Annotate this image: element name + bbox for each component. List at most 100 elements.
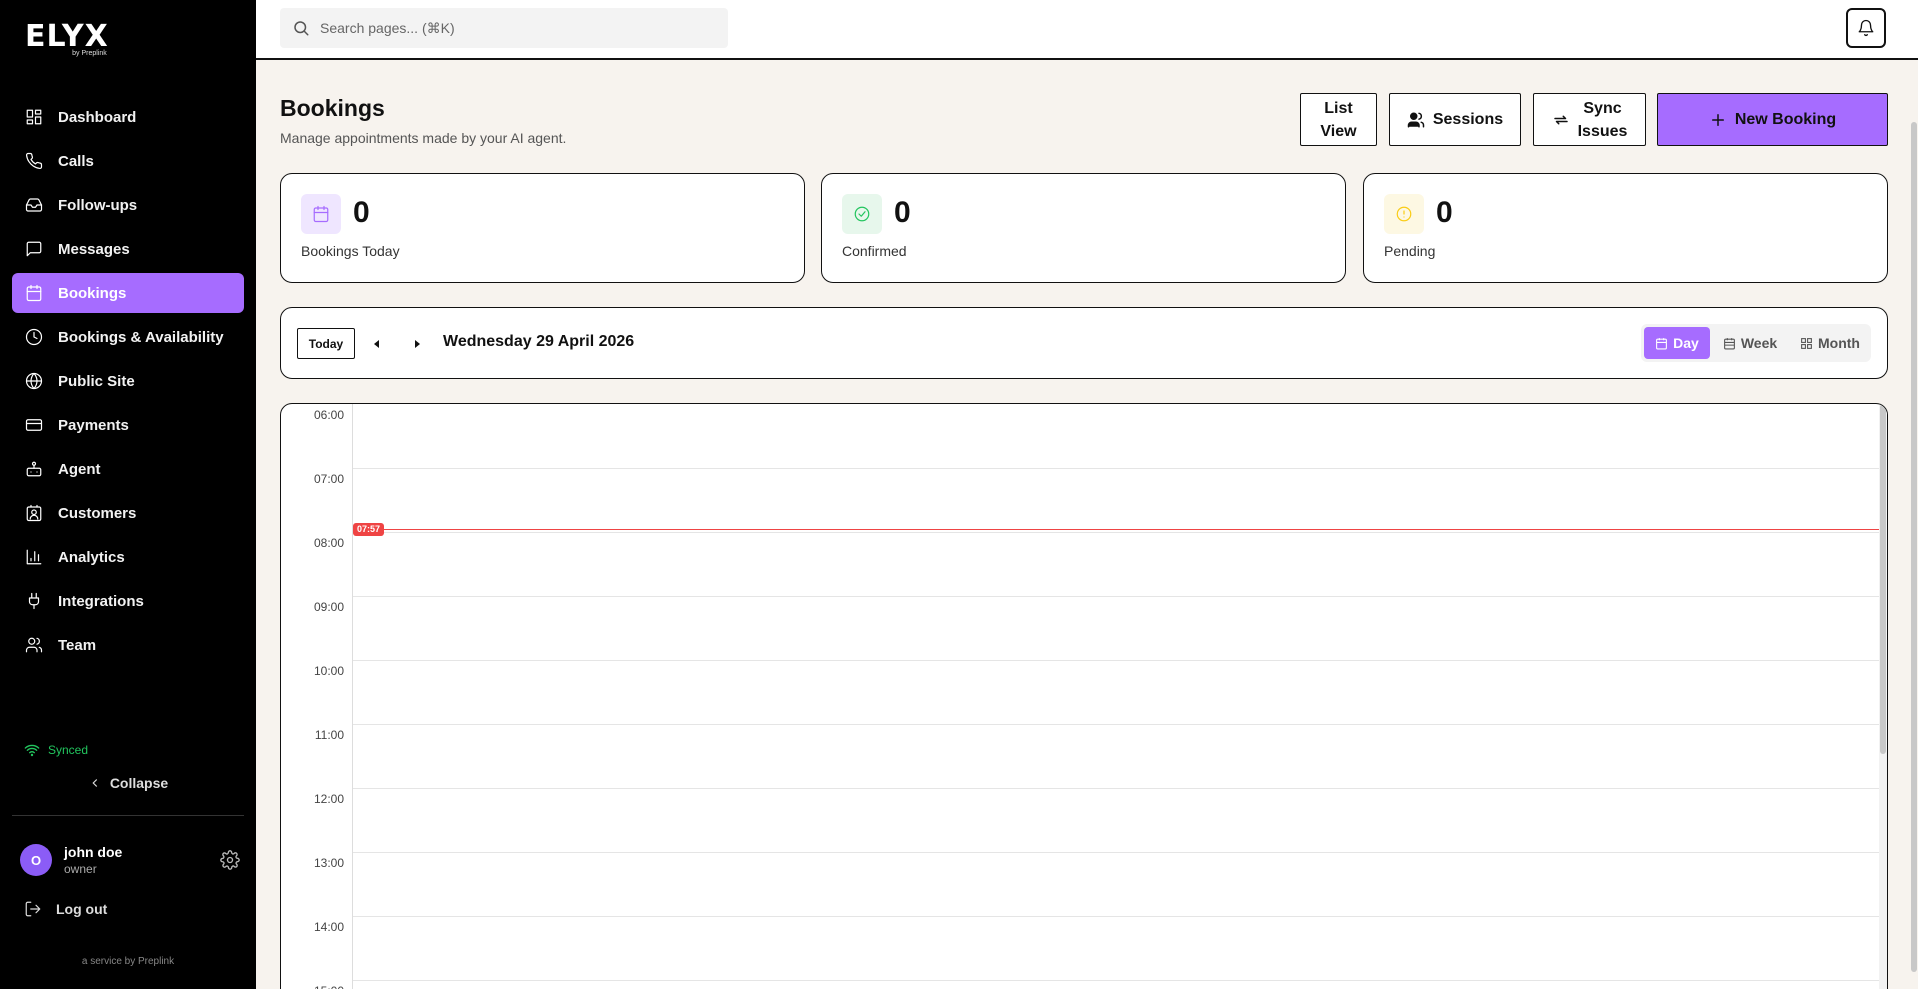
sidebar-item-agent[interactable]: Agent (12, 449, 244, 489)
collapse-label: Collapse (109, 775, 169, 791)
sidebar-item-payments[interactable]: Payments (12, 405, 244, 445)
sidebar-item-bookings[interactable]: Bookings (12, 273, 244, 313)
stat-card-bookings-today: 0 Bookings Today (280, 173, 805, 283)
phone-icon (24, 151, 44, 171)
sidebar-item-label: Calls (58, 152, 94, 170)
today-button[interactable]: Today (297, 328, 355, 359)
sidebar-item-label: Customers (58, 504, 137, 522)
check-circle-icon (842, 194, 882, 234)
sync-icon (1553, 115, 1568, 124)
sidebar-item-bookings-availability[interactable]: Bookings & Availability (12, 317, 244, 357)
logo[interactable]: ELYX by Preplink (25, 19, 109, 58)
stat-label: Confirmed (842, 243, 907, 259)
search-icon (294, 21, 309, 36)
time-label: 10:00 (313, 664, 344, 678)
plus-icon (1711, 113, 1724, 126)
collapse-button[interactable]: Collapse (0, 775, 256, 791)
sidebar-item-follow-ups[interactable]: Follow-ups (12, 185, 244, 225)
topbar: Search pages... (⌘K) (256, 0, 1918, 60)
sidebar-item-label: Dashboard (58, 108, 137, 126)
credit-card-icon (24, 415, 44, 435)
view-day-button[interactable]: Day (1644, 327, 1710, 359)
day-timeline[interactable]: 06:00 07:00 08:00 09:00 10:00 11:00 12:00 13:00… (280, 403, 1888, 989)
sidebar-item-public-site[interactable]: Public Site (12, 361, 244, 401)
hour-gridline (353, 532, 1879, 533)
time-label: 13:00 (313, 856, 344, 870)
chart-icon (24, 547, 44, 567)
sync-status-label: Synced (48, 743, 89, 757)
calendar-icon (24, 283, 44, 303)
sidebar-item-label: Payments (58, 416, 129, 434)
view-month-label: Month (1818, 335, 1860, 351)
sidebar-item-label: Messages (58, 240, 130, 258)
view-toggle: Day Week Month (1641, 324, 1871, 362)
user-role: owner (64, 862, 97, 876)
page-scrollbar[interactable] (1910, 60, 1918, 989)
page-scrollbar-thumb[interactable] (1911, 122, 1917, 972)
message-icon (24, 239, 44, 259)
sidebar-item-analytics[interactable]: Analytics (12, 537, 244, 577)
sync-issues-label-line1: Sync (1583, 99, 1622, 117)
plug-icon (24, 591, 44, 611)
sidebar-item-integrations[interactable]: Integrations (12, 581, 244, 621)
hour-gridline (353, 788, 1879, 789)
timeline-scrollbar[interactable] (1879, 404, 1887, 989)
sidebar-item-messages[interactable]: Messages (12, 229, 244, 269)
view-week-button[interactable]: Week (1715, 327, 1785, 359)
users-icon (24, 635, 44, 655)
caret-right-icon (415, 340, 420, 348)
next-day-button[interactable] (407, 334, 427, 354)
clock-icon (24, 327, 44, 347)
new-booking-label: New Booking (1734, 111, 1837, 128)
user-profile: O john doe owner (20, 842, 240, 878)
list-view-button[interactable]: List View (1300, 93, 1377, 146)
notifications-button[interactable] (1846, 8, 1886, 48)
current-time-badge: 07:57 (353, 522, 385, 536)
logo-text: ELYX (25, 19, 109, 54)
inbox-icon (24, 195, 44, 215)
sync-issues-label-line2: Issues (1577, 122, 1628, 140)
sidebar-item-customers[interactable]: Customers (12, 493, 244, 533)
time-label: 08:00 (313, 536, 344, 550)
search-placeholder: Search pages... (⌘K) (320, 19, 455, 36)
list-view-label-line2: View (1320, 122, 1357, 140)
sidebar-item-calls[interactable]: Calls (12, 141, 244, 181)
hour-gridline (353, 660, 1879, 661)
sessions-button[interactable]: Sessions (1389, 93, 1521, 146)
stat-label: Bookings Today (301, 243, 400, 259)
view-week-label: Week (1740, 335, 1778, 351)
stat-card-pending: 0 Pending (1363, 173, 1888, 283)
list-view-label-line1: List (1324, 99, 1353, 117)
user-name: john doe (64, 844, 123, 860)
alert-circle-icon (1384, 194, 1424, 234)
sidebar-nav: Dashboard Calls Follow-ups Messages Book… (12, 97, 244, 669)
new-booking-button[interactable]: New Booking (1657, 93, 1888, 146)
sidebar-item-dashboard[interactable]: Dashboard (12, 97, 244, 137)
hour-gridline (353, 916, 1879, 917)
timeline-scrollbar-thumb[interactable] (1880, 404, 1886, 754)
stat-value: 0 (1436, 196, 1453, 229)
settings-button[interactable] (220, 850, 240, 870)
contact-icon (24, 503, 44, 523)
logout-button[interactable]: Log out (24, 900, 107, 918)
current-time-line (353, 528, 1879, 531)
calendar-toolbar: Today Wednesday 29 April 2026 Day Week M… (280, 307, 1888, 379)
sidebar-divider (12, 815, 244, 816)
time-label: 12:00 (313, 792, 344, 806)
sync-issues-button[interactable]: Sync Issues (1533, 93, 1646, 146)
gear-icon (220, 850, 240, 870)
wifi-icon (24, 744, 40, 757)
view-month-button[interactable]: Month (1791, 327, 1869, 359)
dashboard-icon (24, 107, 44, 127)
stat-card-confirmed: 0 Confirmed (821, 173, 1346, 283)
logout-icon (25, 901, 41, 917)
sidebar-item-label: Analytics (58, 548, 125, 566)
search-input[interactable]: Search pages... (⌘K) (280, 8, 728, 48)
sidebar-item-team[interactable]: Team (12, 625, 244, 665)
sidebar: ELYX by Preplink Dashboard Calls Follow-… (0, 0, 256, 989)
bell-icon (1858, 19, 1874, 37)
avatar[interactable]: O (20, 844, 52, 876)
calendar-icon (1656, 337, 1668, 349)
service-footer: a service by Preplink (81, 956, 175, 967)
prev-day-button[interactable] (367, 334, 387, 354)
